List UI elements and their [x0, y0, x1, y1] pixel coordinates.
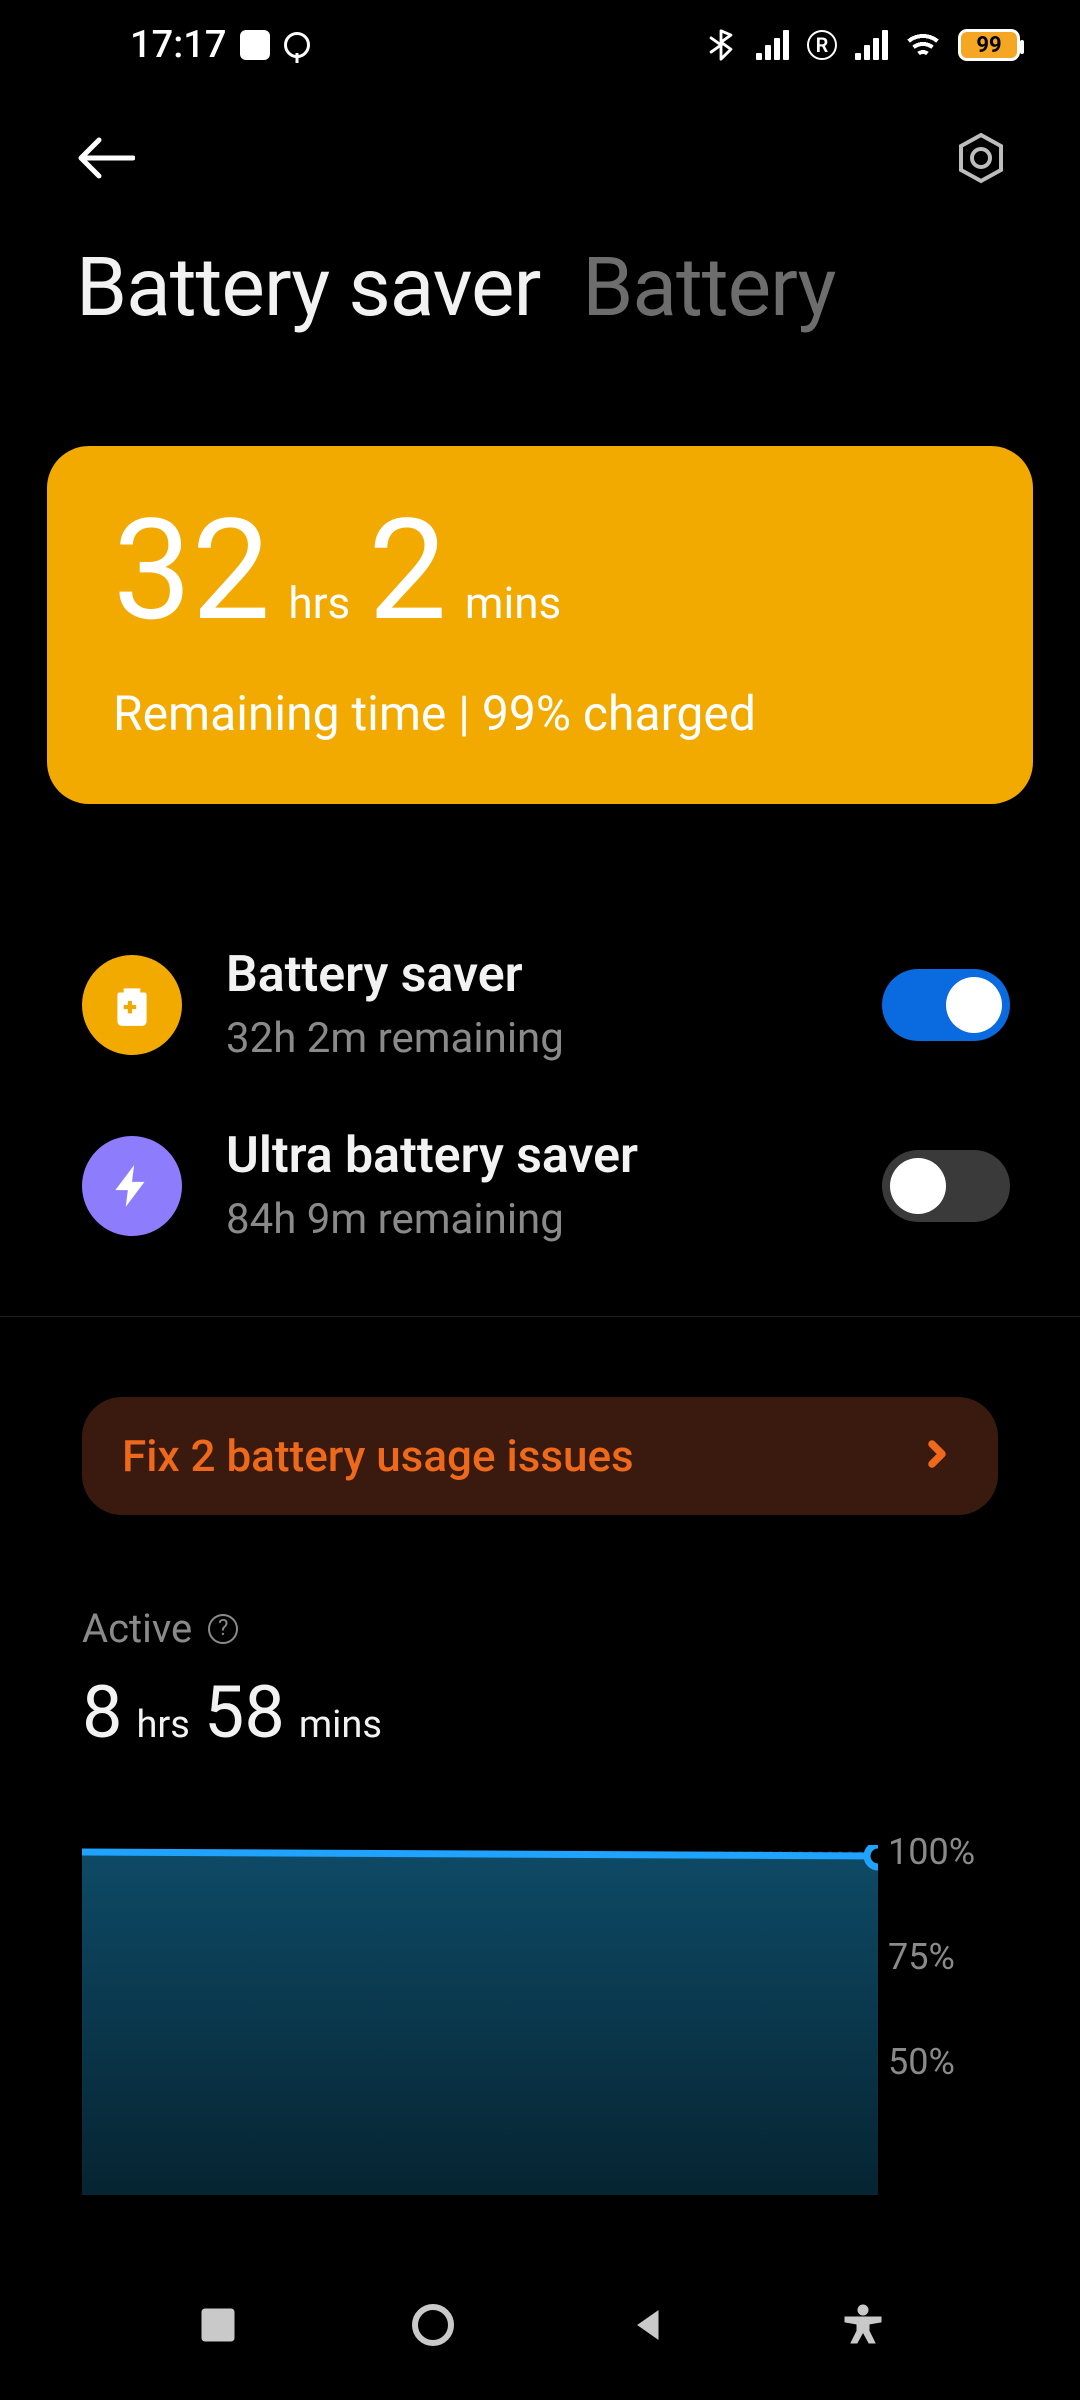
help-icon[interactable]: ? [208, 1614, 238, 1644]
status-time: 17:17 [130, 23, 226, 67]
chevron-right-icon [922, 1439, 952, 1473]
remaining-mins: 2 [368, 501, 447, 641]
remaining-subtitle: Remaining time | 99% charged [113, 685, 967, 742]
ultra-battery-saver-toggle[interactable] [882, 1150, 1010, 1222]
ultra-battery-saver-row[interactable]: Ultra battery saver 84h 9m remaining [82, 1095, 1010, 1276]
wifi-icon [906, 31, 940, 59]
battery-chart-svg [82, 1845, 878, 2195]
title-tabs: Battery saver Battery [0, 230, 1080, 336]
fix-issues-button[interactable]: Fix 2 battery usage issues [82, 1397, 998, 1515]
battery-saver-subtitle: 32h 2m remaining [226, 1014, 838, 1063]
nav-home-button[interactable] [403, 2295, 463, 2355]
status-bar: 17:17 R 99 [0, 0, 1080, 90]
battery-chart[interactable]: 100% 75% 50% [82, 1845, 998, 2195]
battery-saver-icon [82, 955, 182, 1055]
ultra-battery-saver-title: Ultra battery saver [226, 1127, 838, 1185]
remaining-hours-unit: hrs [288, 577, 350, 629]
nav-accessibility-button[interactable] [833, 2295, 893, 2355]
ultra-battery-saver-icon [82, 1136, 182, 1236]
chart-y-labels: 100% 75% 50% [888, 1845, 998, 2195]
nav-back-button[interactable] [618, 2295, 678, 2355]
active-label: Active [82, 1605, 192, 1652]
active-time: 8 hrs 58 mins [82, 1670, 998, 1755]
signal-sim1-icon [756, 30, 789, 60]
remaining-time-card: 32 hrs 2 mins Remaining time | 99% charg… [47, 446, 1033, 804]
status-left: 17:17 [130, 23, 310, 67]
settings-button[interactable] [954, 131, 1008, 189]
ultra-battery-saver-subtitle: 84h 9m remaining [226, 1195, 838, 1244]
voice-assistant-icon [284, 32, 310, 58]
remaining-mins-unit: mins [465, 577, 561, 629]
fix-issues-label: Fix 2 battery usage issues [122, 1430, 634, 1482]
tab-battery[interactable]: Battery [582, 240, 835, 336]
battery-status-icon: 99 [958, 29, 1020, 61]
active-label-row: Active ? [82, 1605, 998, 1652]
nav-recents-button[interactable] [188, 2295, 248, 2355]
signal-sim2-icon [855, 30, 888, 60]
ultra-battery-saver-text: Ultra battery saver 84h 9m remaining [226, 1127, 838, 1244]
notification-indicator-icon [240, 30, 270, 60]
battery-saver-row[interactable]: Battery saver 32h 2m remaining [82, 914, 1010, 1095]
remaining-hours: 32 [113, 501, 270, 641]
system-navbar [0, 2250, 1080, 2400]
active-hours: 8 [82, 1670, 122, 1755]
chart-y-50: 50% [888, 2041, 955, 2083]
bluetooth-icon [704, 28, 738, 62]
chart-y-100: 100% [888, 1831, 975, 1873]
active-block: Active ? 8 hrs 58 mins [82, 1605, 998, 1755]
remaining-time-value: 32 hrs 2 mins [113, 501, 967, 641]
status-right: R 99 [704, 28, 1020, 62]
battery-saver-title: Battery saver [226, 946, 838, 1004]
tab-battery-saver[interactable]: Battery saver [76, 240, 540, 336]
active-mins: 58 [204, 1670, 285, 1755]
header-bar [0, 90, 1080, 230]
battery-status-pct: 99 [976, 33, 1001, 58]
active-mins-unit: mins [299, 1703, 382, 1747]
back-button[interactable] [75, 136, 135, 184]
saver-list: Battery saver 32h 2m remaining Ultra bat… [0, 804, 1080, 1276]
active-hours-unit: hrs [136, 1703, 189, 1747]
roaming-icon: R [807, 30, 837, 60]
battery-saver-toggle[interactable] [882, 969, 1010, 1041]
section-divider [0, 1316, 1080, 1317]
battery-saver-text: Battery saver 32h 2m remaining [226, 946, 838, 1063]
chart-y-75: 75% [888, 1936, 955, 1978]
